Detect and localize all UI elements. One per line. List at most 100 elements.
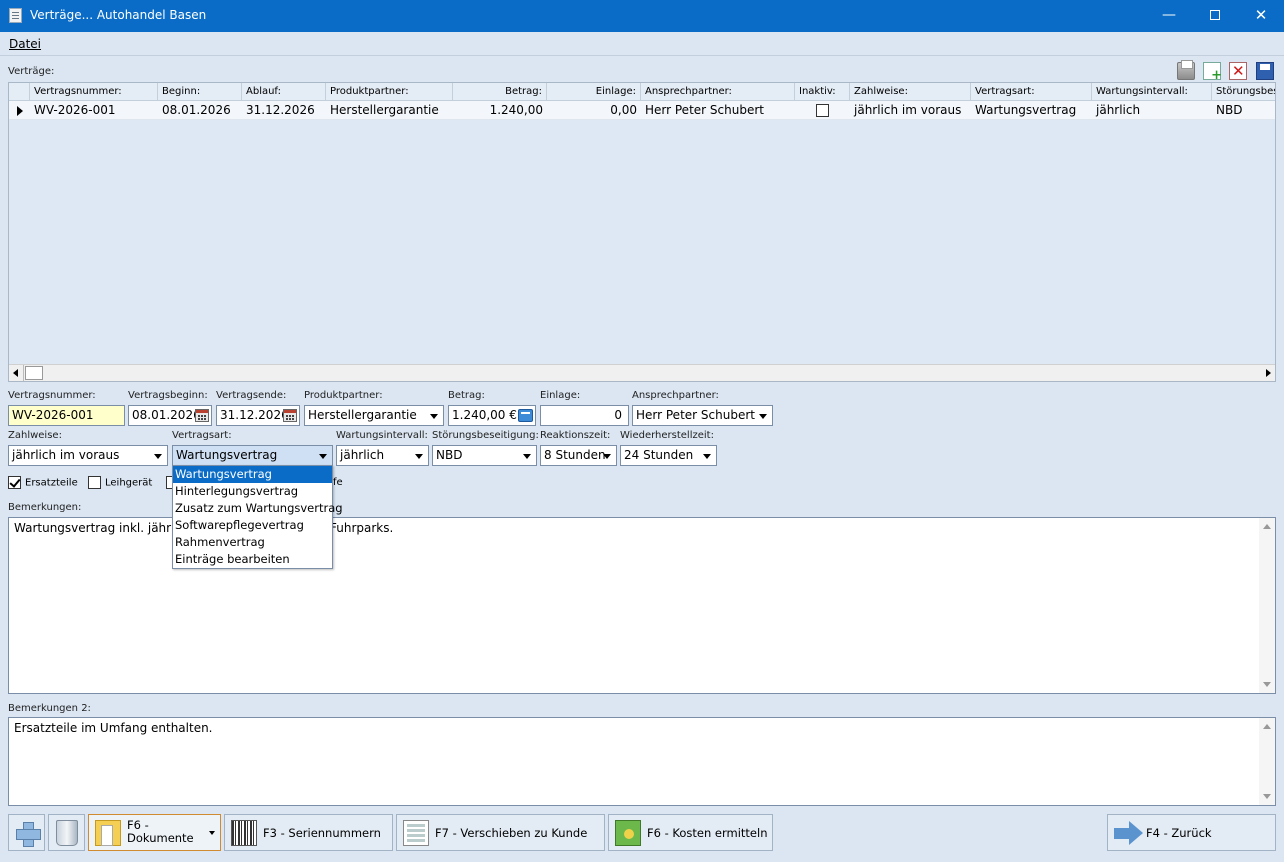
label-vertragsbeginn: Vertragsbeginn: (128, 390, 208, 401)
cell-betrag[interactable]: 1.240,00 (453, 101, 547, 120)
dropdown-option[interactable]: Einträge bearbeiten (173, 551, 332, 568)
back-button[interactable]: F4 - Zurück (1107, 814, 1276, 851)
cell-einlage[interactable]: 0,00 (547, 101, 641, 120)
chevron-down-icon[interactable] (319, 454, 327, 459)
chevron-down-icon[interactable] (415, 454, 423, 459)
zahlweise-value: jährlich im voraus (12, 448, 120, 462)
chevron-down-icon[interactable] (430, 414, 438, 419)
cell-stoerung[interactable]: NBD (1212, 101, 1275, 120)
inaktiv-checkbox[interactable] (816, 104, 829, 117)
header-einlage[interactable]: Einlage: (547, 83, 641, 101)
close-button[interactable]: ✕ (1238, 0, 1284, 32)
minimize-button[interactable]: — (1146, 0, 1192, 32)
chevron-down-icon[interactable] (209, 831, 215, 835)
trash-button[interactable] (48, 814, 85, 851)
vertragsende-field[interactable]: 31.12.2026 (216, 405, 300, 426)
scroll-down-icon[interactable] (1263, 682, 1271, 687)
ansprechpartner-select[interactable]: Herr Peter Schubert (632, 405, 773, 426)
scrollbar-thumb[interactable] (25, 366, 43, 380)
vertragsnummer-field[interactable]: WV-2026-001 (8, 405, 125, 426)
chevron-down-icon[interactable] (703, 454, 711, 459)
chevron-down-icon[interactable] (154, 454, 162, 459)
cell-wartungsintervall[interactable]: jährlich (1092, 101, 1212, 120)
bemerkungen2-text: Ersatzteile im Umfang enthalten. (14, 721, 213, 735)
reaktionszeit-select[interactable]: 8 Stunden (540, 445, 617, 466)
wiederherstellzeit-value: 24 Stunden (624, 448, 694, 462)
scroll-up-icon[interactable] (1263, 524, 1271, 529)
maximize-button[interactable] (1192, 0, 1238, 32)
header-ansprechpartner[interactable]: Ansprechpartner: (641, 83, 795, 101)
zahlweise-select[interactable]: jährlich im voraus (8, 445, 168, 466)
cell-ablauf[interactable]: 31.12.2026 (242, 101, 326, 120)
cell-zahlweise[interactable]: jährlich im voraus (850, 101, 971, 120)
checkbox-ersatzteile-label: Ersatzteile (25, 477, 78, 489)
header-vertragsart[interactable]: Vertragsart: (971, 83, 1092, 101)
chevron-down-icon[interactable] (759, 414, 767, 419)
vertragsart-select[interactable]: Wartungsvertrag (172, 445, 333, 466)
header-zahlweise[interactable]: Zahlweise: (850, 83, 971, 101)
produktpartner-select[interactable]: Herstellergarantie (304, 405, 444, 426)
serials-button-label: F3 - Seriennummern (263, 826, 381, 840)
header-inaktiv[interactable]: Inaktiv: (795, 83, 850, 101)
checkbox-ersatzteile[interactable]: Ersatzteile (8, 476, 78, 489)
cell-vertragsart[interactable]: Wartungsvertrag (971, 101, 1092, 120)
wiederherstellzeit-select[interactable]: 24 Stunden (620, 445, 717, 466)
chevron-down-icon[interactable] (523, 454, 531, 459)
calculator-icon[interactable] (518, 409, 533, 422)
scroll-up-icon[interactable] (1263, 724, 1271, 729)
chevron-down-icon[interactable] (603, 454, 611, 459)
header-ablauf[interactable]: Ablauf: (242, 83, 326, 101)
save-icon[interactable] (1256, 62, 1274, 80)
header-wartungsintervall[interactable]: Wartungsintervall: (1092, 83, 1212, 101)
scroll-down-icon[interactable] (1263, 794, 1271, 799)
documents-button[interactable]: F6 - Dokumente (88, 814, 221, 851)
wartungsintervall-select[interactable]: jährlich (336, 445, 429, 466)
horizontal-scrollbar[interactable] (9, 364, 1275, 381)
checkbox-leihgeraet[interactable]: Leihgerät (88, 476, 152, 489)
header-vertragsnummer[interactable]: Vertragsnummer: (30, 83, 158, 101)
folder-icon (95, 820, 121, 846)
label-vertragsnummer: Vertragsnummer: (8, 390, 96, 401)
cell-ansprechpartner[interactable]: Herr Peter Schubert (641, 101, 795, 120)
dropdown-option[interactable]: Rahmenvertrag (173, 534, 332, 551)
betrag-field[interactable]: 1.240,00 € (448, 405, 536, 426)
bemerkungen-text-left: Wartungsvertrag inkl. jährlic (14, 521, 185, 535)
calendar-icon[interactable] (195, 409, 209, 422)
scroll-right-icon[interactable] (1266, 369, 1271, 377)
contracts-label: Verträge: (8, 66, 55, 77)
stoerungsbeseitigung-select[interactable]: NBD (432, 445, 537, 466)
dropdown-option[interactable]: Hinterlegungsvertrag (173, 483, 332, 500)
einlage-field[interactable]: 0 (540, 405, 629, 426)
table-row[interactable]: WV-2026-001 08.01.2026 31.12.2026 Herste… (9, 101, 1275, 120)
vertragsbeginn-field[interactable]: 08.01.2026 (128, 405, 212, 426)
documents-button-label: F6 - Dokumente (127, 818, 194, 845)
label-wartungsintervall: Wartungsintervall: (336, 430, 428, 441)
header-stoerung[interactable]: Störungsbes (1212, 83, 1275, 101)
scroll-left-icon[interactable] (13, 369, 18, 377)
calendar-icon[interactable] (283, 409, 297, 422)
calculate-costs-button[interactable]: F6 - Kosten ermitteln (608, 814, 773, 851)
label-vertragsende: Vertragsende: (216, 390, 287, 401)
dropdown-option[interactable]: Wartungsvertrag (173, 466, 332, 483)
header-produktpartner[interactable]: Produktpartner: (326, 83, 453, 101)
delete-icon[interactable] (1229, 62, 1247, 80)
printer-icon[interactable] (1177, 60, 1195, 80)
vertragsnummer-value: WV-2026-001 (12, 408, 94, 422)
dropdown-option[interactable]: Softwarepflegevertrag (173, 517, 332, 534)
cell-vertragsnummer[interactable]: WV-2026-001 (30, 101, 158, 120)
cell-produktpartner[interactable]: Herstellergarantie (326, 101, 453, 120)
cell-beginn[interactable]: 08.01.2026 (158, 101, 242, 120)
checkbox-ersatzteile-box[interactable] (8, 476, 21, 489)
vertical-scrollbar[interactable] (1259, 518, 1275, 693)
vertical-scrollbar[interactable] (1259, 718, 1275, 805)
header-beginn[interactable]: Beginn: (158, 83, 242, 101)
add-button[interactable] (8, 814, 45, 851)
bemerkungen2-textarea[interactable]: Ersatzteile im Umfang enthalten. (8, 717, 1276, 806)
move-to-customer-button[interactable]: F7 - Verschieben zu Kunde (396, 814, 605, 851)
checkbox-leihgeraet-box[interactable] (88, 476, 101, 489)
dropdown-option[interactable]: Zusatz zum Wartungsvertrag (173, 500, 343, 517)
menu-datei[interactable]: Datei (9, 37, 41, 51)
header-betrag[interactable]: Betrag: (453, 83, 547, 101)
new-document-icon[interactable] (1203, 62, 1222, 83)
serials-button[interactable]: F3 - Seriennummern (224, 814, 393, 851)
